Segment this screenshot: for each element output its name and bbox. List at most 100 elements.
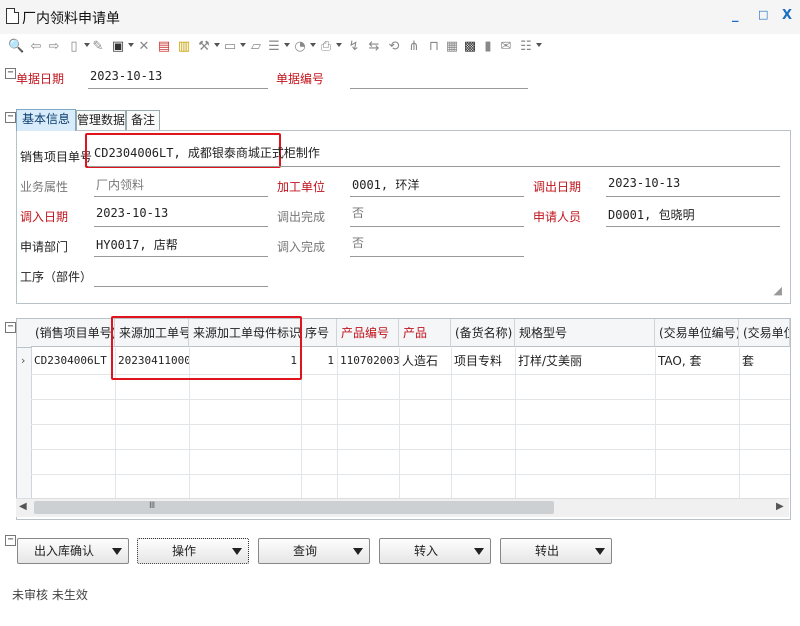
sales-item-no-field[interactable]: CD2304006LT, 成都银泰商城正式柜制作 bbox=[94, 144, 320, 161]
delete-icon[interactable]: ✕ bbox=[136, 39, 152, 55]
in-date-label: 调入日期 bbox=[20, 210, 69, 224]
chevron-down-icon bbox=[353, 548, 363, 555]
grid-cell[interactable]: 套 bbox=[739, 348, 790, 374]
preview-icon[interactable]: 🔍 bbox=[8, 39, 24, 55]
archive-icon[interactable]: ▮ bbox=[480, 39, 496, 55]
lock-icon[interactable]: ⊓ bbox=[426, 39, 442, 55]
scroll-right-icon[interactable]: ▶ bbox=[776, 501, 784, 512]
tool-icon[interactable]: ⚒ bbox=[196, 39, 212, 55]
grid-cell[interactable]: 1107020034 bbox=[337, 348, 399, 374]
import-icon[interactable]: ▤ bbox=[156, 39, 172, 55]
horizontal-scrollbar[interactable]: ◀ Ⅲ ▶ bbox=[16, 498, 789, 517]
col-header-spec[interactable]: 规格型号 bbox=[515, 319, 655, 347]
chat-icon[interactable]: ☷ bbox=[518, 39, 534, 55]
document-dropdown-icon[interactable] bbox=[240, 43, 246, 47]
doc-no-label: 单据编号 bbox=[276, 72, 325, 86]
query-button[interactable]: 查询 bbox=[258, 538, 370, 564]
document-icon[interactable]: ▭ bbox=[222, 39, 238, 55]
refresh-icon[interactable]: ⟲ bbox=[386, 39, 402, 55]
copy-icon[interactable]: ▱ bbox=[248, 39, 264, 55]
scroll-grip-icon: Ⅲ bbox=[149, 501, 156, 511]
out-date-field[interactable]: 2023-10-13 bbox=[608, 176, 680, 190]
applicant-field[interactable]: D0001, 包晓明 bbox=[608, 206, 695, 223]
processing-unit-field[interactable]: 0001, 环洋 bbox=[352, 176, 419, 193]
export-icon[interactable]: ▥ bbox=[176, 39, 192, 55]
list-dropdown-icon[interactable] bbox=[284, 43, 290, 47]
apply-dept-field[interactable]: HY0017, 店帮 bbox=[96, 236, 178, 253]
source-columns-highlight bbox=[111, 316, 302, 380]
out-date-underline bbox=[606, 196, 780, 197]
window-title: 厂内领料申请单 bbox=[22, 11, 120, 27]
grid-cell[interactable]: TAO, 套 bbox=[655, 348, 739, 374]
actions-collapse-toggle[interactable]: − bbox=[5, 535, 16, 546]
save-icon[interactable]: ▣ bbox=[110, 39, 126, 55]
close-button[interactable]: X bbox=[782, 8, 792, 23]
chart-icon[interactable]: ◔ bbox=[292, 39, 308, 55]
in-date-field[interactable]: 2023-10-13 bbox=[96, 206, 168, 220]
chart-dropdown-icon[interactable] bbox=[310, 43, 316, 47]
grid-cell[interactable]: 项目专料 bbox=[451, 348, 515, 374]
scroll-left-icon[interactable]: ◀ bbox=[19, 501, 27, 512]
col-header-unit[interactable]: (交易单位) bbox=[739, 319, 790, 347]
grid-row-line bbox=[31, 424, 790, 425]
process-underline bbox=[94, 286, 268, 287]
business-attr-field[interactable]: 厂内领料 bbox=[96, 176, 144, 193]
toolbar: 🔍 ⇦ ⇨ ▯ ✎ ▣ ✕ ▤ ▥ ⚒ ▭ ▱ ☰ ◔ ⎙ ↯ ⇆ ⟲ ⋔ ⊓ … bbox=[0, 34, 800, 64]
col-header-unit-code[interactable]: (交易单位编号) bbox=[655, 319, 739, 347]
col-header-stock-name[interactable]: (备货名称) bbox=[451, 319, 515, 347]
tab-basic-info[interactable]: 基本信息 bbox=[16, 109, 76, 131]
doc-date-label: 单据日期 bbox=[16, 72, 65, 86]
grid-cell[interactable]: 打样/艾美丽 bbox=[515, 348, 655, 374]
inout-confirm-button-label: 出入库确认 bbox=[33, 544, 94, 558]
sales-item-no-label: 销售项目单号 bbox=[20, 150, 93, 164]
calculator-icon[interactable]: ▦ bbox=[444, 39, 460, 55]
restore-button[interactable]: □ bbox=[758, 8, 768, 21]
col-header-product[interactable]: 产品 bbox=[399, 319, 451, 347]
print-icon[interactable]: ⎙ bbox=[318, 39, 334, 55]
col-header-seq[interactable]: 序号 bbox=[301, 319, 337, 347]
tree-icon[interactable]: ⋔ bbox=[406, 39, 422, 55]
header-collapse-toggle[interactable]: − bbox=[5, 68, 16, 79]
doc-date-field[interactable]: 2023-10-13 bbox=[90, 69, 162, 83]
grid-cell[interactable]: CD2304006LT bbox=[31, 348, 115, 374]
print-dropdown-icon[interactable] bbox=[336, 43, 342, 47]
new-document-icon[interactable]: ▯ bbox=[66, 39, 82, 55]
grid-col-line bbox=[399, 348, 400, 500]
chat-dropdown-icon[interactable] bbox=[536, 43, 542, 47]
minimize-button[interactable]: _ bbox=[732, 8, 739, 23]
tab-management-data[interactable]: 管理数据 bbox=[76, 110, 126, 131]
chevron-down-icon bbox=[474, 548, 484, 555]
list-icon[interactable]: ☰ bbox=[266, 39, 282, 55]
chain-icon[interactable]: ⇆ bbox=[366, 39, 382, 55]
inout-confirm-button[interactable]: 出入库确认 bbox=[17, 538, 129, 564]
grid-col-line bbox=[739, 348, 740, 500]
grid-col-line bbox=[655, 348, 656, 500]
forward-arrow-icon[interactable]: ⇨ bbox=[46, 39, 62, 55]
grid-cell[interactable]: 1 bbox=[301, 348, 337, 374]
process-label: 工序（部件） bbox=[20, 270, 93, 284]
grid-collapse-toggle[interactable]: − bbox=[5, 322, 16, 333]
audit-icon[interactable]: ▩ bbox=[462, 39, 478, 55]
chevron-down-icon bbox=[112, 548, 122, 555]
in-done-field[interactable]: 否 bbox=[352, 234, 364, 251]
tool-dropdown-icon[interactable] bbox=[214, 43, 220, 47]
transfer-out-button-label: 转出 bbox=[534, 544, 559, 558]
mail-icon[interactable]: ✉ bbox=[498, 39, 514, 55]
col-header-product-code[interactable]: 产品编号 bbox=[337, 319, 399, 347]
transfer-in-button[interactable]: 转入 bbox=[379, 538, 491, 564]
link-icon[interactable]: ↯ bbox=[346, 39, 362, 55]
back-arrow-icon[interactable]: ⇦ bbox=[28, 39, 44, 55]
edit-icon[interactable]: ✎ bbox=[90, 39, 106, 55]
operate-button[interactable]: 操作 bbox=[137, 538, 249, 564]
grid-cell[interactable]: 人造石 bbox=[399, 348, 451, 374]
save-dropdown-icon[interactable] bbox=[128, 43, 134, 47]
out-done-field[interactable]: 否 bbox=[352, 204, 364, 221]
title-bar: 厂内领料申请单 _ □ X bbox=[0, 0, 800, 34]
transfer-out-button[interactable]: 转出 bbox=[500, 538, 612, 564]
tab-notes[interactable]: 备注 bbox=[126, 110, 160, 131]
current-row-marker-icon: › bbox=[21, 354, 26, 367]
row-selector-column bbox=[17, 348, 32, 500]
tabs-collapse-toggle[interactable]: − bbox=[5, 112, 16, 123]
scroll-thumb[interactable] bbox=[34, 501, 554, 514]
col-header-sales-item-no[interactable]: (销售项目单号) bbox=[31, 319, 115, 347]
